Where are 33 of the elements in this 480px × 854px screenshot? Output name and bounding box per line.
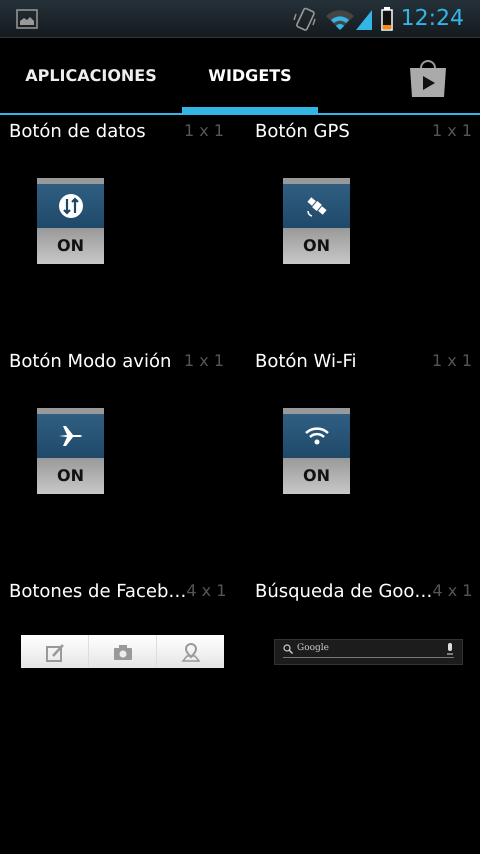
widget-size: 4 x 1 bbox=[186, 580, 226, 602]
widget-size: 1 x 1 bbox=[432, 350, 472, 372]
signal-icon bbox=[354, 8, 373, 30]
widget-name: Botón Modo avión bbox=[9, 350, 172, 374]
vibrate-icon bbox=[292, 6, 317, 32]
toggle-widget-preview[interactable]: ON bbox=[283, 178, 350, 264]
search-icon bbox=[283, 644, 293, 654]
store-bag-icon[interactable] bbox=[408, 58, 448, 98]
widget-size: 1 x 1 bbox=[184, 120, 224, 142]
microphone-icon bbox=[446, 642, 454, 654]
widget-name: Botón de datos bbox=[9, 120, 146, 144]
widget-name: Botón Wi-Fi bbox=[255, 350, 357, 374]
battery-icon bbox=[380, 6, 393, 30]
edit-icon bbox=[44, 642, 64, 662]
image-icon bbox=[16, 8, 38, 28]
widget-name: Búsqueda de Goo… bbox=[255, 580, 432, 604]
toggle-widget-preview[interactable]: ON bbox=[37, 178, 104, 264]
search-widget-preview[interactable]: Google bbox=[274, 639, 463, 665]
widget-size: 1 x 1 bbox=[432, 120, 472, 142]
tab[interactable]: APLICACIONES bbox=[0, 38, 182, 113]
facebook-widget-preview[interactable] bbox=[21, 635, 224, 668]
widget-name: Botón GPS bbox=[255, 120, 350, 144]
widget-name: Botones de Faceb… bbox=[9, 580, 186, 604]
location-pin-icon bbox=[180, 642, 200, 662]
clock: 12:24 bbox=[400, 5, 464, 33]
tab[interactable]: WIDGETS bbox=[182, 38, 318, 113]
widget-size: 4 x 1 bbox=[432, 580, 472, 602]
transfer-arrows-icon bbox=[58, 193, 84, 219]
widget-size: 1 x 1 bbox=[184, 350, 224, 372]
search-hint: Google bbox=[297, 642, 329, 655]
toggle-widget-preview[interactable]: ON bbox=[283, 408, 350, 494]
wifi-icon bbox=[324, 8, 355, 30]
toggle-widget-preview[interactable]: ON bbox=[37, 408, 104, 494]
